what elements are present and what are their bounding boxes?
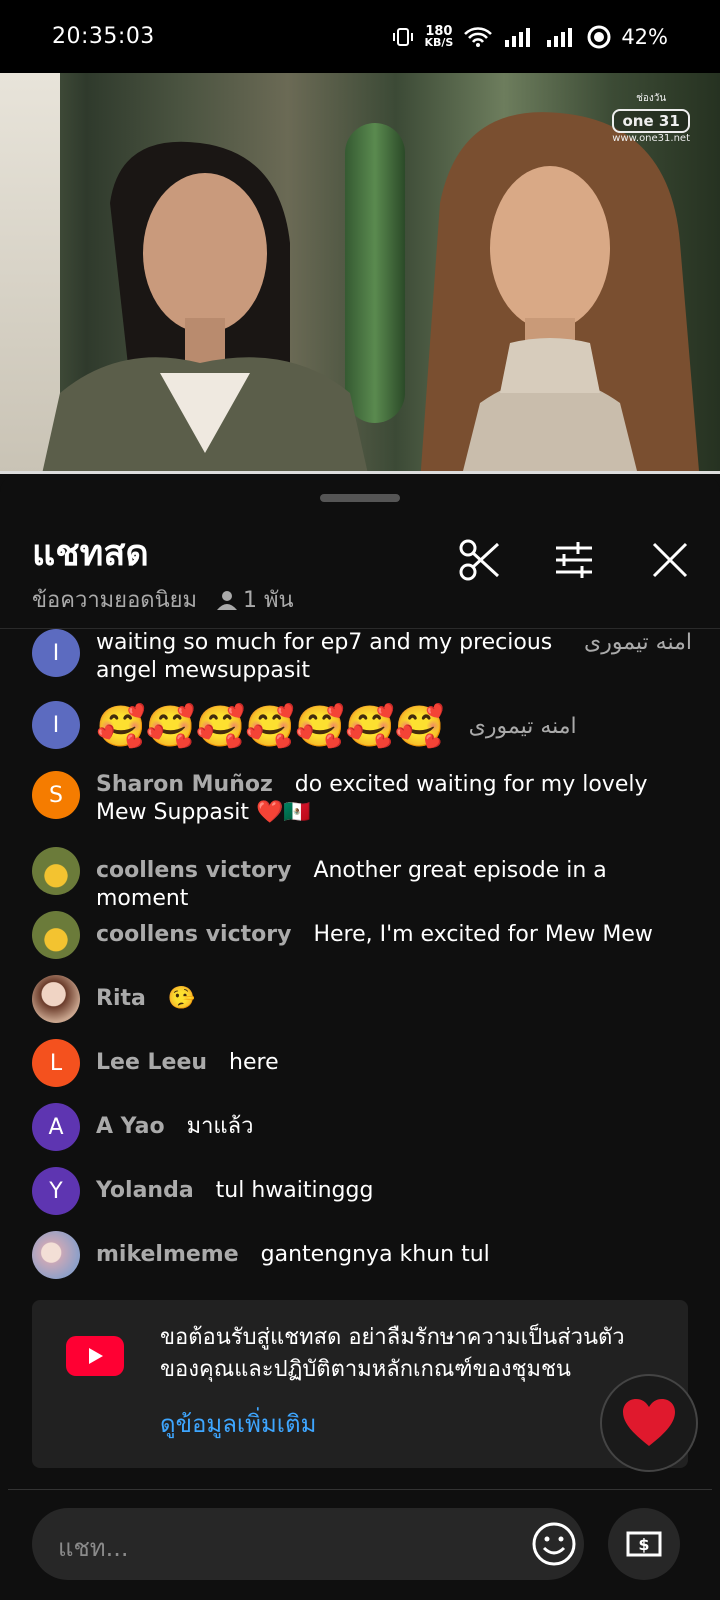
signal-icon-2 [547,27,573,47]
chat-input-placeholder: แชท... [58,1534,129,1562]
avatar[interactable]: I [32,629,80,677]
close-icon[interactable] [648,538,692,582]
avatar[interactable]: S [32,771,80,819]
chat-message: coollens victory Here, I'm excited for Me… [32,911,692,959]
message-author[interactable]: Sharon Muñoz [96,772,273,797]
viewer-count-value: 1 พัน [243,588,294,613]
youtube-logo-icon [66,1336,124,1376]
message-text: มาแล้ว [186,1114,254,1139]
message-author[interactable]: امنه تیموری [584,629,692,657]
welcome-banner: ขอต้อนรับสู่แชทสด อย่าลืมรักษาความเป็นส่… [32,1300,688,1468]
message-body: Yolanda tul hwaitinggg [96,1167,692,1205]
message-body: امنه تیموری waiting so much for ep7 and … [96,629,692,685]
chat-input[interactable]: แชท... [32,1508,584,1580]
video-player[interactable]: ช่องวัน one 31 www.one31.net [0,73,720,473]
battery-percent: 42% [621,24,668,49]
chat-message: I 🥰🥰🥰🥰🥰🥰🥰 امنه تیموری [32,701,692,753]
message-text: waiting so much for ep7 and my precious … [96,630,553,683]
message-author[interactable]: coollens victory [96,922,291,947]
avatar[interactable]: Y [32,1167,80,1215]
message-text: 🤥 [167,986,196,1011]
avatar[interactable] [32,975,80,1023]
channel-logo: ช่องวัน one 31 www.one31.net [612,91,690,144]
wifi-icon [464,26,493,47]
message-body: coollens victory Here, I'm excited for Me… [96,911,692,949]
chat-mode-selector[interactable]: ข้อความยอดนิยม [32,582,197,617]
person-icon [217,590,237,610]
avatar[interactable]: A [32,1103,80,1151]
network-speed: 180 KB/S [424,23,454,49]
message-author[interactable]: امنه تیموری [469,701,577,753]
message-text: here [229,1050,279,1075]
super-chat-button[interactable]: $ [608,1508,680,1580]
avatar[interactable] [32,911,80,959]
message-author[interactable]: Rita [96,986,146,1011]
message-author[interactable]: Yolanda [96,1178,194,1203]
message-text: Here, I'm excited for Mew Mew [313,922,653,947]
status-time: 20:35:03 [52,24,155,49]
message-author[interactable]: A Yao [96,1114,165,1139]
video-person-left [42,141,368,473]
vibrate-icon [393,27,414,46]
chat-message: S Sharon Muñoz do excited waiting for my … [32,771,692,827]
channel-logo-top: ช่องวัน [636,93,667,104]
input-divider [8,1489,712,1490]
chat-message-list[interactable]: I امنه تیموری waiting so much for ep7 an… [0,629,720,1289]
status-icons: 180 KB/S 42% [392,25,668,49]
svg-text:$: $ [638,1535,649,1554]
chat-message: coollens victory Another great episode in… [32,847,692,913]
avatar[interactable]: I [32,701,80,749]
network-speed-value: 180 [425,23,453,39]
message-body: mikelmeme gantengnya khun tul [96,1231,692,1269]
message-body: Rita 🤥 [96,975,692,1013]
chat-subheader: ข้อความยอดนิยม 1 พัน [32,582,294,617]
heart-reaction-button[interactable] [600,1374,698,1472]
live-chat-panel: แชทสด ข้อความยอดนิยม 1 พัน I امنه تیموری… [0,474,720,1600]
chat-title: แชทสด [32,533,149,574]
channel-logo-url: www.one31.net [612,133,690,144]
chat-message: Y Yolanda tul hwaitinggg [32,1167,692,1215]
money-icon: $ [626,1531,662,1557]
status-bar: 20:35:03 180 KB/S 42% [0,0,720,73]
clip-scissors-icon[interactable] [458,538,502,582]
avatar[interactable]: L [32,1039,80,1087]
avatar[interactable] [32,1231,80,1279]
message-text: tul hwaitinggg [215,1178,374,1203]
battery-icon [587,25,611,48]
message-body: 🥰🥰🥰🥰🥰🥰🥰 امنه تیموری [96,701,692,753]
message-text: 🥰🥰🥰🥰🥰🥰🥰 [96,704,445,750]
welcome-text: ขอต้อนรับสู่แชทสด อย่าลืมรักษาความเป็นส่… [160,1325,625,1382]
chat-message: A A Yao มาแล้ว [32,1103,692,1151]
chat-filter-icon[interactable] [552,538,596,582]
channel-logo-main: one 31 [612,109,690,133]
signal-icon [505,27,531,47]
message-author[interactable]: mikelmeme [96,1242,239,1267]
chat-message: Rita 🤥 [32,975,692,1023]
network-speed-unit: KB/S [424,35,454,49]
chat-message: I امنه تیموری waiting so much for ep7 an… [32,629,692,685]
drag-handle[interactable] [320,494,400,502]
chat-message: L Lee Leeu here [32,1039,692,1087]
message-author[interactable]: coollens victory [96,858,291,883]
message-body: coollens victory Another great episode in… [96,847,692,913]
emoji-icon[interactable] [530,1520,578,1568]
message-body: A Yao มาแล้ว [96,1103,692,1141]
message-text: gantengnya khun tul [260,1242,490,1267]
viewer-count: 1 พัน [217,582,294,617]
video-person-right [420,112,700,473]
avatar[interactable] [32,847,80,895]
chat-message: mikelmeme gantengnya khun tul [32,1231,692,1279]
message-body: Lee Leeu here [96,1039,692,1077]
message-body: Sharon Muñoz do excited waiting for my lo… [96,771,692,827]
learn-more-link[interactable]: ดูข้อมูลเพิ่มเติม [160,1404,316,1443]
heart-icon [623,1399,675,1446]
message-author[interactable]: Lee Leeu [96,1050,207,1075]
